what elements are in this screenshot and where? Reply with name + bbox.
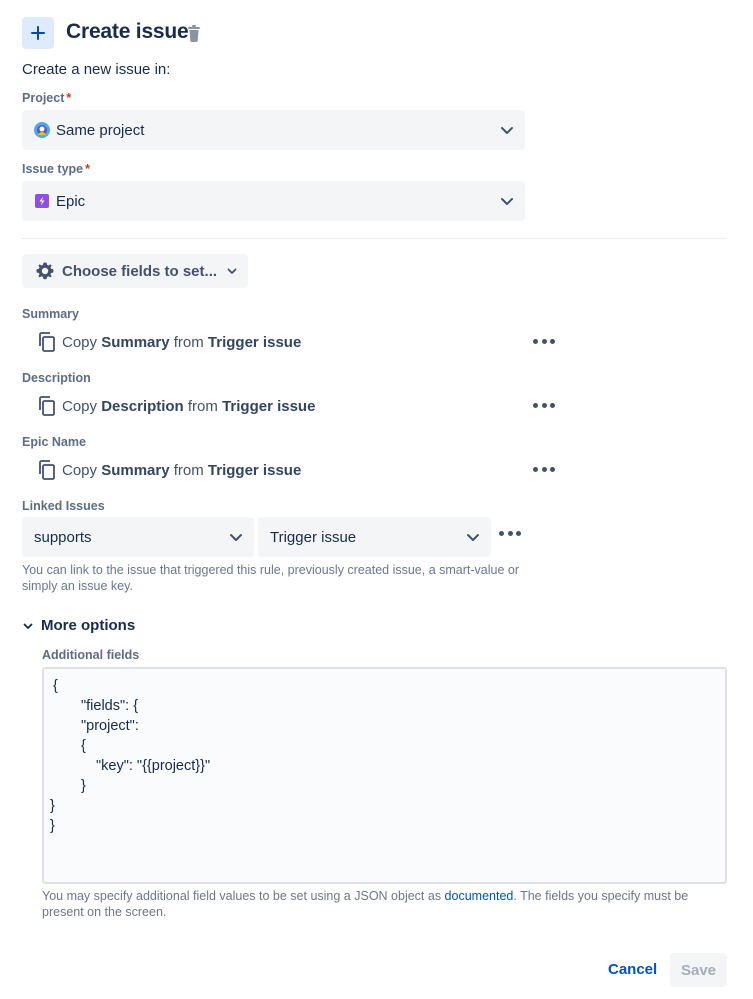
linked-issues-help: You can link to the issue that triggered… [22,563,520,593]
json-line: "key": "{{project}}" [96,758,211,774]
project-label: Project * [22,91,72,105]
additional-fields-help: You may specify additional field values … [42,889,689,919]
chevron-down-icon [467,534,479,541]
save-button[interactable]: Save [670,953,727,987]
documented-link[interactable]: documented [445,889,514,903]
project-select[interactable]: Same project [22,110,525,150]
field-label: Description [22,371,91,385]
json-line: { [81,738,86,754]
gear-icon [36,262,54,280]
field-value-description[interactable]: Copy Description from Trigger issue [38,396,315,416]
json-line: { [53,678,58,694]
json-line: } [50,818,55,834]
chevron-down-icon [227,268,237,274]
field-label: Epic Name [22,435,86,449]
issue-type-select[interactable]: Epic [22,181,525,221]
plus-icon [31,26,45,40]
additional-fields-editor[interactable]: { "fields": { "project": { "key": "{{pro… [42,667,727,884]
json-line: } [81,778,86,794]
field-value-summary[interactable]: Copy Summary from Trigger issue [38,332,301,352]
chevron-down-icon [501,127,513,134]
chevron-down-icon [23,623,33,629]
link-type-select[interactable]: supports [22,517,254,557]
json-line: "project": [81,718,139,734]
more-actions-icon[interactable] [533,467,555,473]
more-options-toggle[interactable]: More options [22,617,135,634]
more-actions-icon[interactable] [533,403,555,409]
intro-text: Create a new issue in: [22,61,171,78]
required-mark: * [85,162,91,176]
field-value-epic-name[interactable]: Copy Summary from Trigger issue [38,460,301,480]
more-actions-icon[interactable] [533,339,555,345]
issue-type-value: Epic [56,192,86,210]
link-type-value: supports [34,528,92,546]
choose-fields-label: Choose fields to set... [62,262,218,280]
project-value: Same project [56,121,145,139]
link-target-select[interactable]: Trigger issue [258,517,491,557]
cancel-button[interactable]: Cancel [608,961,657,978]
linked-issues-label: Linked Issues [22,499,105,513]
choose-fields-button[interactable]: Choose fields to set... [22,254,248,288]
page-title: Create issue [66,20,189,43]
field-label: Summary [22,307,79,321]
chevron-down-icon [230,534,242,541]
copy-icon [39,460,55,480]
more-actions-icon[interactable] [499,531,521,537]
required-mark: * [66,91,72,105]
more-options-label: More options [41,617,136,634]
project-avatar-icon [34,122,50,138]
additional-fields-label: Additional fields [42,648,140,662]
epic-icon [35,194,49,208]
issue-type-label: Issue type * [22,162,91,176]
copy-icon [39,332,55,352]
trash-icon[interactable] [186,25,202,43]
add-icon-button[interactable] [22,17,54,49]
json-line: "fields": { [81,698,139,714]
chevron-down-icon [501,198,513,205]
json-line: } [50,798,55,814]
copy-icon [39,396,55,416]
link-target-value: Trigger issue [270,528,357,546]
divider [22,238,727,239]
